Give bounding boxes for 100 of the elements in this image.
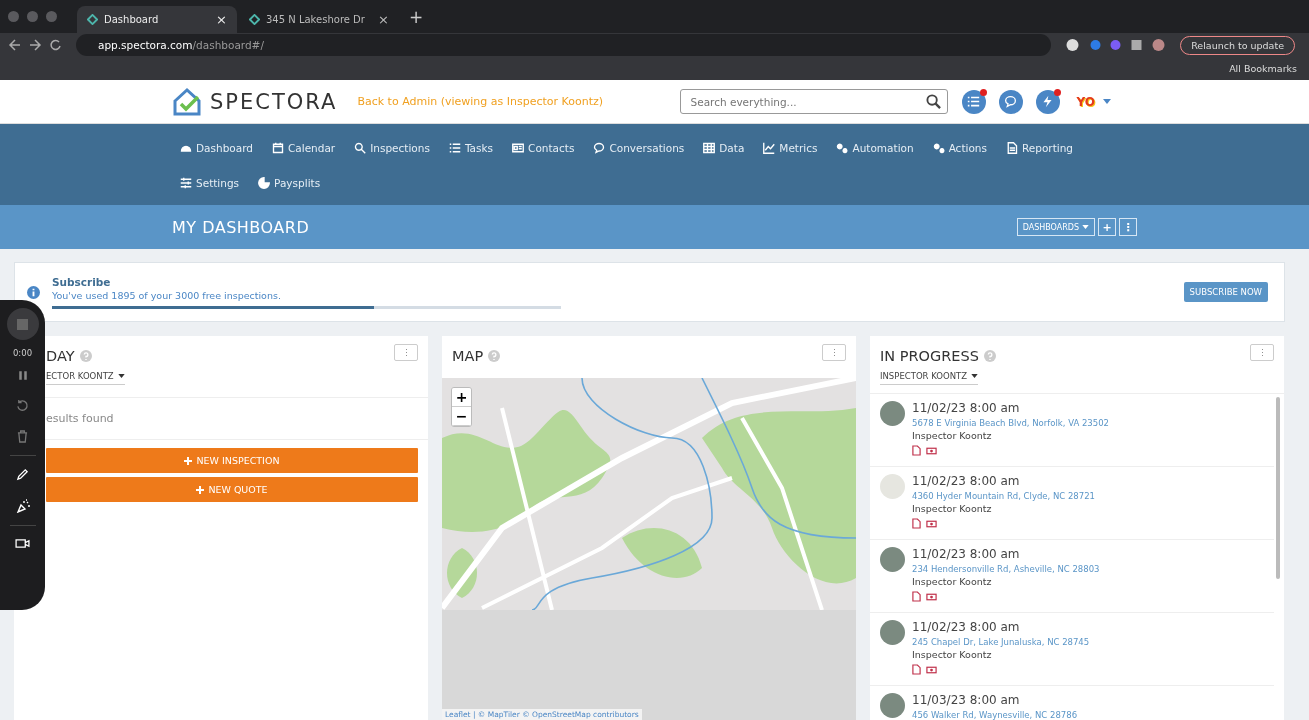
caret-icon: [971, 374, 979, 378]
nav-link[interactable]: Automation: [836, 130, 914, 165]
address-link[interactable]: 4360 Hyder Mountain Rd, Clyde, NC 28721: [912, 491, 1095, 501]
browser-tab[interactable]: 345 N Lakeshore Dr ×: [239, 6, 399, 33]
nav-link[interactable]: Conversations: [593, 130, 685, 165]
card-title: DAY: [46, 348, 75, 364]
document-icon[interactable]: [912, 518, 921, 529]
contact-card-icon: [512, 141, 525, 154]
subscribe-title: Subscribe: [52, 275, 112, 288]
window-controls-icon[interactable]: [8, 11, 57, 22]
new-quote-button[interactable]: NEW QUOTE: [46, 477, 418, 502]
list-icon: [448, 141, 461, 154]
new-tab-button[interactable]: +: [409, 6, 424, 27]
trash-icon[interactable]: [17, 430, 28, 443]
user-logo[interactable]: YO: [1076, 94, 1095, 109]
sliders-icon: [180, 176, 192, 189]
nav-link[interactable]: Dashboard: [180, 130, 253, 165]
inspection-date: 11/02/23 8:00 am: [912, 547, 1021, 561]
pencil-icon[interactable]: [16, 468, 29, 481]
scrollbar[interactable]: [1276, 397, 1280, 579]
navigation-arrows-icon[interactable]: [8, 39, 64, 51]
address-link[interactable]: 5678 E Virginia Beach Blvd, Norfolk, VA 23502: [912, 418, 1109, 428]
chat-icon[interactable]: [998, 89, 1023, 114]
inspector-name: Inspector Koontz: [912, 649, 993, 660]
recording-time: 0:00: [12, 348, 33, 358]
stop-button[interactable]: [6, 308, 39, 340]
gears-icon: [932, 141, 945, 154]
browser-tab[interactable]: Dashboard ×: [77, 6, 237, 33]
usage-text: You've used 1895 of your 3000 free inspections.: [52, 289, 282, 301]
nav-link[interactable]: Tasks: [448, 130, 494, 165]
new-inspection-button[interactable]: NEW INSPECTION: [46, 448, 418, 473]
nav-link[interactable]: Contacts: [512, 130, 575, 165]
address-link[interactable]: 456 Walker Rd, Waynesville, NC 28786: [912, 710, 1078, 720]
plus-icon: [196, 485, 205, 494]
more-button[interactable]: ⋮: [1119, 218, 1137, 236]
close-tab-button[interactable]: ×: [216, 12, 227, 27]
list-icon[interactable]: [961, 89, 986, 114]
money-icon[interactable]: [926, 446, 937, 455]
money-icon[interactable]: [926, 665, 937, 674]
page-title: MY DASHBOARD: [172, 217, 310, 237]
document-icon[interactable]: [912, 664, 921, 675]
nav-link[interactable]: Actions: [932, 130, 987, 165]
bookmarks-folder[interactable]: All Bookmarks: [1229, 63, 1297, 74]
document-icon: [1006, 141, 1018, 154]
gears-icon: [836, 141, 849, 154]
inspection-item[interactable]: 11/02/23 8:00 am 245 Chapel Dr, Lake Junaluska, NC 28745 Inspector Koontz: [870, 613, 1274, 686]
nav-link[interactable]: Calendar: [271, 130, 336, 165]
inspection-item[interactable]: 11/02/23 8:00 am 4360 Hyder Mountain Rd, Clyde, NC 28721 Inspector Koontz: [870, 467, 1274, 540]
line-chart-icon: [763, 141, 776, 154]
search-icon[interactable]: [925, 94, 941, 109]
house-check-logo-icon[interactable]: [172, 86, 202, 117]
sparkle-wand-icon[interactable]: [15, 499, 30, 513]
inspector-name: Inspector Koontz: [912, 430, 993, 441]
address-bar[interactable]: app.spectora.com/dashboard#/: [76, 34, 1052, 56]
address-link[interactable]: 234 Hendersonville Rd, Asheville, NC 28803: [912, 564, 1100, 574]
inspector-name: Inspector Koontz: [912, 503, 993, 514]
more-button[interactable]: ⋮: [394, 344, 418, 361]
document-icon[interactable]: [912, 591, 921, 602]
more-button[interactable]: ⋮: [822, 344, 846, 361]
money-icon[interactable]: [926, 519, 937, 528]
close-tab-button[interactable]: ×: [378, 12, 389, 27]
search-field[interactable]: Search everything...: [679, 89, 948, 114]
caret-icon: [117, 374, 125, 378]
inspector-dropdown[interactable]: ECTOR KOONTZ: [46, 371, 125, 385]
inspection-item[interactable]: 11/02/23 8:00 am 5678 E Virginia Beach Blvd, Norfolk, VA 23502 Inspector Koontz: [870, 394, 1274, 467]
caret-icon[interactable]: [1103, 99, 1111, 104]
nav-link[interactable]: Settings: [180, 165, 240, 200]
inspection-item[interactable]: 11/03/23 8:00 am 456 Walker Rd, Waynesville, NC 28786: [870, 686, 1274, 720]
card-title: IN PROGRESS: [880, 348, 979, 364]
subscribe-now-button[interactable]: SUBSCRIBE NOW: [1183, 282, 1268, 302]
camera-icon[interactable]: [15, 538, 30, 549]
pie-chart-icon: [258, 176, 271, 189]
table-icon: [703, 141, 716, 154]
card-title: MAP: [452, 348, 484, 364]
dashboards-dropdown[interactable]: DASHBOARDS: [1016, 218, 1095, 236]
bolt-icon[interactable]: [1035, 89, 1060, 114]
inspector-name: Inspector Koontz: [912, 576, 993, 587]
nav-link[interactable]: Metrics: [763, 130, 818, 165]
nav-link[interactable]: Reporting: [1006, 130, 1074, 165]
brand-name: SPECTORA: [210, 89, 338, 114]
document-icon[interactable]: [912, 445, 921, 456]
zoom-out-button[interactable]: −: [452, 407, 471, 426]
add-button[interactable]: +: [1098, 218, 1116, 236]
inspector-dropdown[interactable]: INSPECTOR KOONTZ: [880, 371, 979, 385]
diamond-logo-icon: [249, 14, 260, 25]
info-icon: [27, 285, 40, 299]
plus-icon: [184, 456, 193, 465]
pause-icon[interactable]: [17, 370, 28, 381]
nav-link[interactable]: Paysplits: [258, 165, 321, 200]
diamond-logo-icon: [87, 14, 98, 25]
inspection-date: 11/02/23 8:00 am: [912, 620, 1021, 634]
zoom-in-button[interactable]: +: [452, 388, 471, 407]
inspection-date: 11/02/23 8:00 am: [912, 474, 1021, 488]
money-icon[interactable]: [926, 592, 937, 601]
more-button[interactable]: ⋮: [1250, 344, 1274, 361]
address-link[interactable]: 245 Chapel Dr, Lake Junaluska, NC 28745: [912, 637, 1090, 647]
inspection-item[interactable]: 11/02/23 8:00 am 234 Hendersonville Rd, Asheville, NC 28803 Inspector Koontz: [870, 540, 1274, 613]
nav-link[interactable]: Inspections: [354, 130, 430, 165]
nav-link[interactable]: Data: [703, 130, 745, 165]
restart-icon[interactable]: [16, 399, 29, 412]
